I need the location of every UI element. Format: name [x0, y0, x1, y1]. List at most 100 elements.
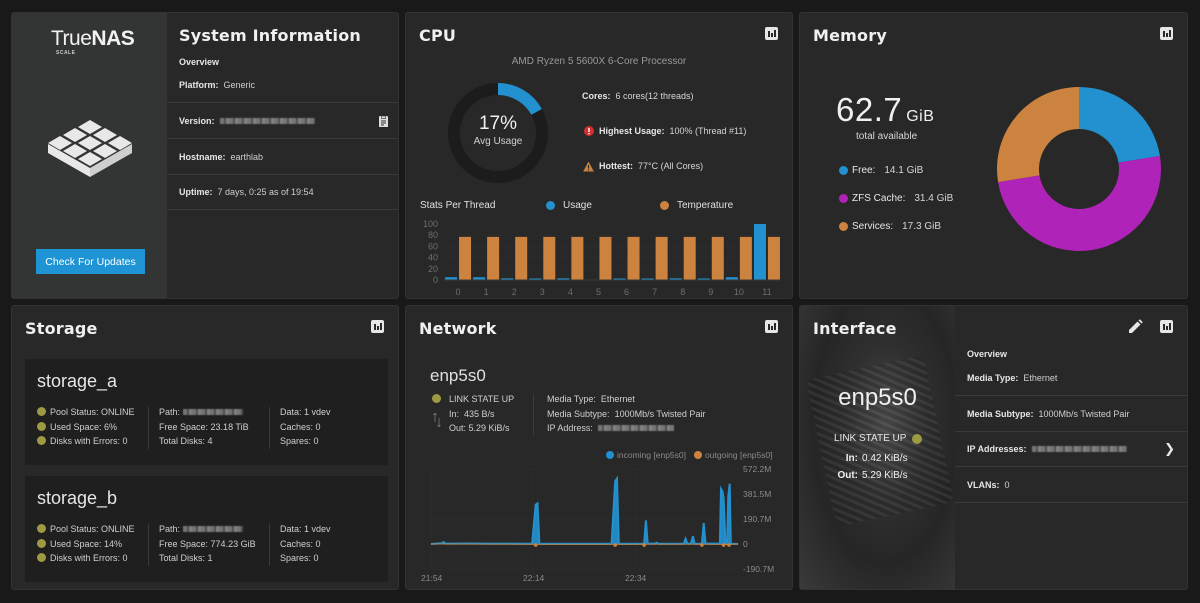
memory-total-unit: GiB: [906, 108, 935, 125]
pool-vdev-column: Data: 1 vdev Caches: 0 Spares: 0: [280, 405, 331, 449]
reports-icon[interactable]: [1160, 320, 1173, 333]
uptime-row: Uptime: 7 days, 0:25 as of 19:54: [167, 175, 398, 210]
bar-usage: [753, 224, 766, 280]
warning-icon: [583, 161, 594, 172]
chevron-right-icon[interactable]: ❯: [1164, 441, 1175, 457]
check-for-updates-button[interactable]: Check For Updates: [36, 249, 145, 274]
series-line-incoming: [430, 475, 739, 545]
divider: [269, 524, 270, 566]
hostname-row: Hostname: earthlab: [167, 140, 398, 175]
pool-spares: Spares: 0: [280, 436, 319, 446]
reports-icon[interactable]: [765, 27, 778, 40]
y-tick-label: 80: [428, 230, 438, 240]
legend-usage[interactable]: Usage: [546, 200, 592, 211]
bar-temperature: [767, 236, 780, 280]
ip-address: IP Address:: [547, 421, 705, 436]
vlans-label: VLANs:: [967, 480, 1000, 490]
pool-health-column: Pool Status: ONLINE Used Space: 6% Disks…: [37, 405, 135, 449]
overview-heading: Overview: [179, 57, 220, 67]
x-tick-label: 22:34: [625, 573, 647, 583]
link-state: LINK STATE UP: [834, 433, 923, 444]
check-circle-icon: [37, 421, 46, 431]
version-row: Version:: [167, 104, 398, 139]
clipboard-icon[interactable]: [379, 115, 388, 127]
card-title: Storage: [25, 319, 98, 338]
pool-name: storage_b: [37, 488, 118, 508]
cpu-model: AMD Ryzen 5 5600X 6-Core Processor: [511, 56, 687, 67]
pool-free-space: Free Space: 23.18 TiB: [159, 421, 249, 432]
reports-icon[interactable]: [1160, 27, 1173, 40]
media-column: Media Type: Ethernet Media Subtype: 1000…: [547, 392, 705, 436]
bar-temperature: [571, 236, 584, 280]
interface-name: enp5s0: [838, 384, 917, 411]
pool-storage-b[interactable]: storage_b Pool Status: ONLINE Used Space…: [25, 476, 388, 582]
pool-used-space: Used Space: 14%: [37, 537, 135, 552]
platform-row: Platform: Generic: [167, 68, 398, 103]
x-tick-label: 5: [596, 287, 601, 297]
x-tick-label: 0: [456, 287, 461, 297]
legend-label: Services:: [852, 221, 894, 232]
pool-used-space: Used Space: 6%: [37, 420, 135, 435]
y-tick-label: 20: [428, 264, 438, 274]
system-logo-panel: TrueNAS SCALE Check For Updates: [12, 13, 167, 298]
hostname-label: Hostname:: [179, 152, 226, 162]
reports-icon[interactable]: [765, 320, 778, 333]
highest-usage-label: Highest Usage:: [599, 126, 665, 136]
error-icon: [584, 126, 594, 136]
stats-per-thread-title: Stats Per Thread: [420, 200, 496, 211]
bar-temperature: [599, 236, 612, 280]
system-information-card: TrueNAS SCALE Check For Updates System I…: [11, 12, 399, 299]
pool-health-column: Pool Status: ONLINE Used Space: 14% Disk…: [37, 522, 135, 566]
pool-spares: Spares: 0: [280, 553, 319, 563]
x-tick-label: 6: [624, 287, 629, 297]
legend-swatch: [839, 194, 848, 203]
pool-space-column: Path: Free Space: 774.23 GiB Total Disks…: [159, 522, 256, 566]
link-state-label: LINK STATE UP: [834, 433, 907, 444]
x-tick-label: 4: [568, 287, 573, 297]
x-tick-label: 8: [680, 287, 685, 297]
network-card: Network enp5s0 LINK STATE UP In: 435 B/s…: [405, 305, 793, 590]
memory-card: Memory 62.7 GiB total available Free: 14.1…: [799, 12, 1188, 299]
logo-edition: SCALE: [56, 50, 76, 56]
interface-image-panel: Interface enp5s0 LINK STATE UP In: 0.42 K…: [800, 306, 955, 589]
pool-free-space: Free Space: 774.23 GiB: [159, 538, 256, 549]
pool-name: storage_a: [37, 371, 118, 391]
x-tick-label: 9: [708, 287, 713, 297]
version-label: Version:: [179, 116, 215, 126]
memory-total-label: total available: [856, 131, 918, 142]
ip-addresses-redacted: [1031, 446, 1127, 452]
bar-temperature: [487, 236, 500, 280]
ip-addresses-row[interactable]: IP Addresses: ❯: [955, 432, 1187, 467]
in-rate: In: 435 B/s: [449, 408, 495, 419]
pool-disk-errors: Disks with Errors: 0: [37, 551, 135, 566]
pencil-icon[interactable]: [1127, 319, 1143, 335]
pool-status: Pool Status: ONLINE: [37, 405, 135, 420]
pool-path: Path:: [159, 405, 249, 420]
cpu-card: CPU AMD Ryzen 5 5600X 6-Core Processor 1…: [405, 12, 793, 299]
pool-caches: Caches: 0: [280, 421, 321, 432]
check-circle-icon: [37, 553, 46, 562]
x-tick-label: 3: [540, 287, 545, 297]
memory-legend-zfs-cache: ZFS Cache: 31.4 GiB: [839, 193, 953, 204]
outgoing-point: [700, 543, 704, 547]
legend-temperature[interactable]: Temperature: [660, 200, 733, 211]
x-tick-label: 2: [512, 287, 517, 297]
interface-card: Interface enp5s0 LINK STATE UP In: 0.42 K…: [799, 305, 1188, 590]
network-traffic-chart: 572.2M 381.5M 190.7M 0 -190.7M 21:54 22:14 22:3…: [421, 464, 774, 583]
memory-legend-services: Services: 17.3 GiB: [839, 221, 941, 232]
memory-legend-free: Free: 14.1 GiB: [839, 165, 923, 176]
legend-value: 17.3 GiB: [902, 221, 942, 232]
reports-icon[interactable]: [371, 320, 384, 333]
pool-storage-a[interactable]: storage_a Pool Status: ONLINE Used Space…: [25, 359, 388, 465]
media-subtype-label: Media Subtype:: [967, 409, 1034, 419]
legend-usage-label: Usage: [563, 200, 592, 211]
y-tick-label: 190.7M: [743, 514, 771, 524]
check-circle-icon: [37, 436, 46, 445]
system-details: System Information Overview Platform: Ge…: [167, 13, 398, 298]
highest-usage-value: 100% (Thread #11): [669, 126, 747, 136]
interface-details: Overview Media Type: Ethernet Media Subty…: [955, 306, 1187, 589]
pool-data: Data: 1 vdev: [280, 407, 331, 417]
overview-heading: Overview: [967, 349, 1008, 359]
card-title: CPU: [419, 26, 457, 45]
check-circle-icon: [37, 524, 46, 533]
